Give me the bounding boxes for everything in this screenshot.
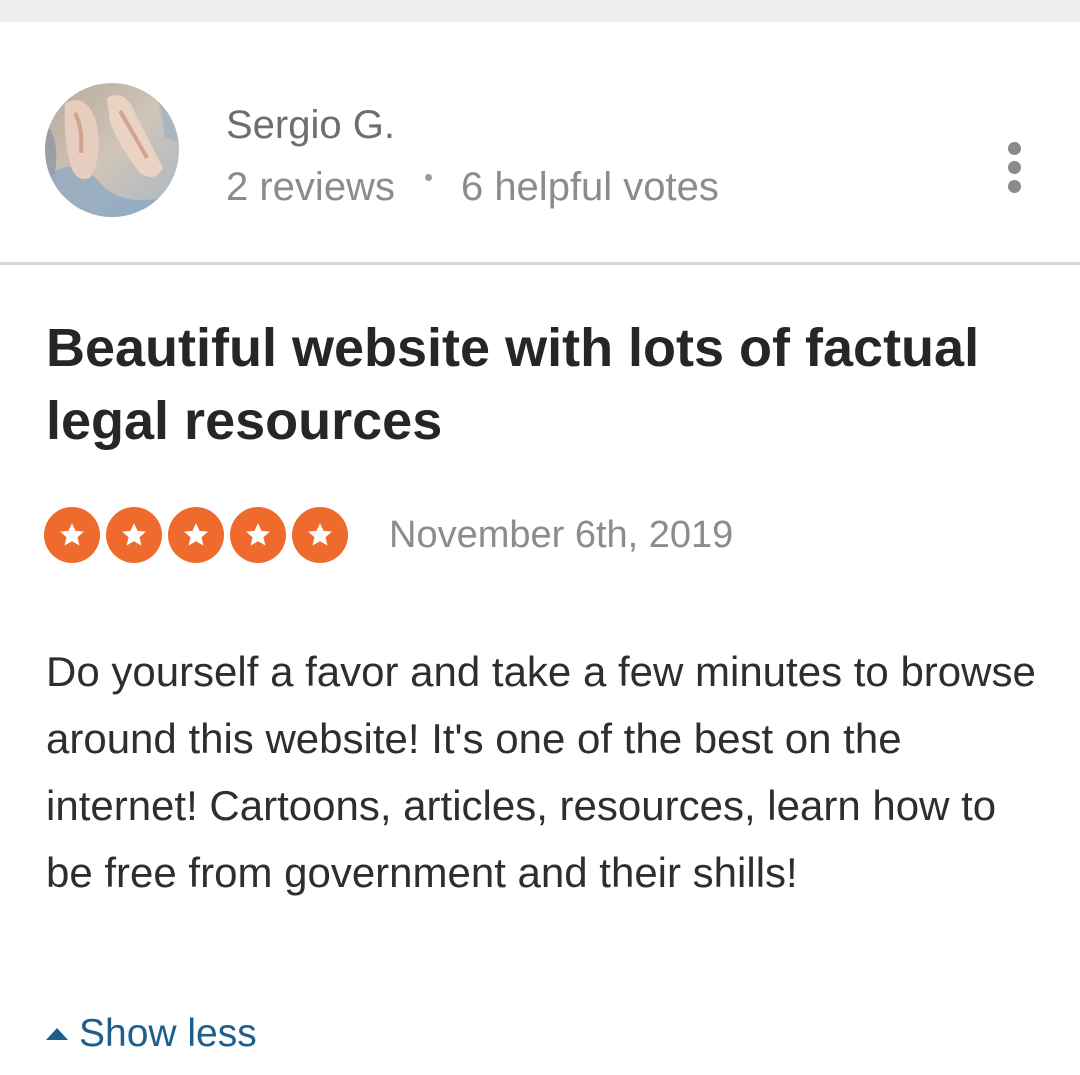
show-less-label: Show less bbox=[79, 1012, 257, 1055]
star-icon bbox=[168, 507, 224, 563]
review-title: Beautiful website with lots of factual l… bbox=[46, 318, 980, 451]
show-less-button[interactable]: Show less bbox=[46, 1012, 257, 1056]
top-strip bbox=[0, 0, 1080, 22]
reviewer-header: Sergio G. 2 reviews 6 helpful votes bbox=[0, 22, 1080, 265]
more-options-button[interactable] bbox=[990, 132, 1038, 202]
star-icon bbox=[44, 507, 100, 563]
star-rating bbox=[44, 507, 348, 563]
more-vertical-icon-dot bbox=[1007, 160, 1021, 174]
star-icon bbox=[230, 507, 286, 563]
caret-up-icon bbox=[46, 1028, 68, 1040]
review-date: November 6th, 2019 bbox=[389, 513, 734, 556]
more-vertical-icon-dot bbox=[1007, 179, 1021, 193]
reviewer-name[interactable]: Sergio G. bbox=[226, 100, 395, 150]
reviewer-avatar[interactable] bbox=[45, 83, 179, 217]
reviewer-meta: 2 reviews 6 helpful votes bbox=[226, 162, 719, 212]
avatar-photo-icon bbox=[45, 83, 179, 217]
review-count: 2 reviews bbox=[226, 165, 395, 209]
separator-dot bbox=[424, 173, 432, 181]
review-card: Sergio G. 2 reviews 6 helpful votes Beau… bbox=[0, 22, 1080, 1075]
rating-row: November 6th, 2019 bbox=[44, 507, 733, 563]
more-vertical-icon bbox=[1007, 141, 1021, 155]
review-body: Do yourself a favor and take a few minut… bbox=[46, 648, 1036, 896]
helpful-votes: 6 helpful votes bbox=[460, 165, 719, 209]
star-icon bbox=[292, 507, 348, 563]
star-icon bbox=[106, 507, 162, 563]
